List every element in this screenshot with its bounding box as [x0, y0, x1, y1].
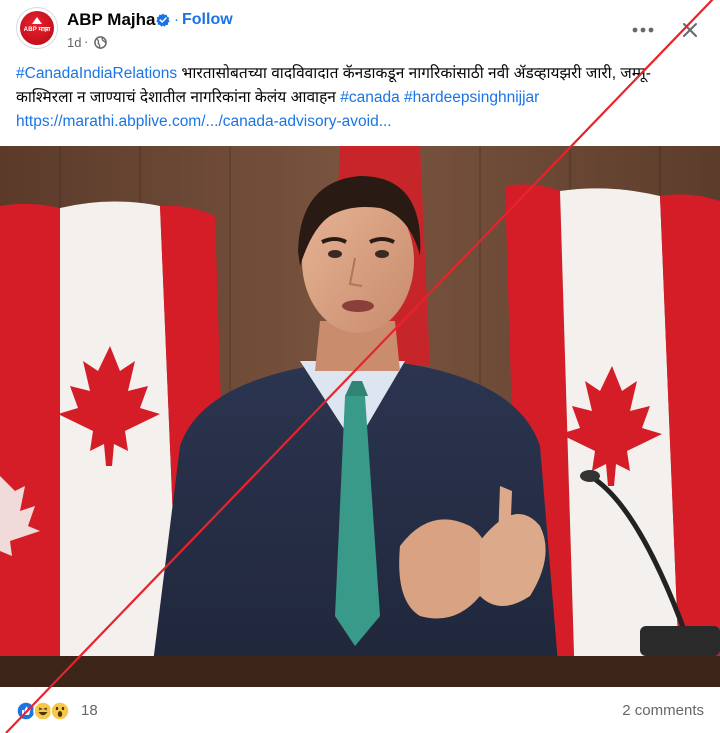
hashtag-canada[interactable]: #canada	[340, 89, 399, 106]
wow-icon	[50, 701, 70, 721]
abp-logo: ABP माझा	[20, 11, 54, 45]
globe-icon	[94, 36, 107, 49]
page-name[interactable]: ABP Majha	[67, 10, 156, 30]
follow-button[interactable]: Follow	[182, 11, 233, 29]
reaction-count[interactable]: 18	[81, 702, 98, 719]
hashtag-hardeepsinghnijjar[interactable]: #hardeepsinghnijjar	[404, 89, 539, 106]
article-link[interactable]: https://marathi.abplive.com/.../canada-a…	[16, 113, 392, 131]
post-caption: #CanadaIndiaRelations भारतासोबतच्या वादव…	[16, 62, 706, 110]
post-header: ABP माझा ABP Majha · Follow 1d ·	[0, 0, 720, 62]
verified-badge-icon	[156, 13, 170, 27]
post-footer: 18 2 comments	[0, 687, 720, 733]
haha-icon	[33, 701, 53, 721]
like-icon	[16, 701, 36, 721]
avatar-text: ABP माझा	[23, 27, 51, 33]
page-avatar[interactable]: ABP माझा	[16, 7, 58, 49]
reactions-summary[interactable]	[16, 701, 76, 721]
comments-count[interactable]: 2 comments	[622, 702, 704, 719]
podium	[0, 656, 720, 687]
speaker-at-podium-photo	[0, 146, 720, 687]
hashtag-canada-india-relations[interactable]: #CanadaIndiaRelations	[16, 65, 177, 82]
close-icon[interactable]	[680, 20, 700, 40]
post-photo[interactable]	[0, 146, 720, 687]
separator-dot: ·	[174, 11, 179, 28]
logo-mark-icon	[32, 17, 42, 24]
more-options-icon[interactable]	[627, 20, 659, 40]
facebook-post: ABP माझा ABP Majha · Follow 1d · #Canada…	[0, 0, 720, 733]
post-time[interactable]: 1d	[67, 35, 81, 50]
meta-separator: ·	[84, 34, 89, 49]
